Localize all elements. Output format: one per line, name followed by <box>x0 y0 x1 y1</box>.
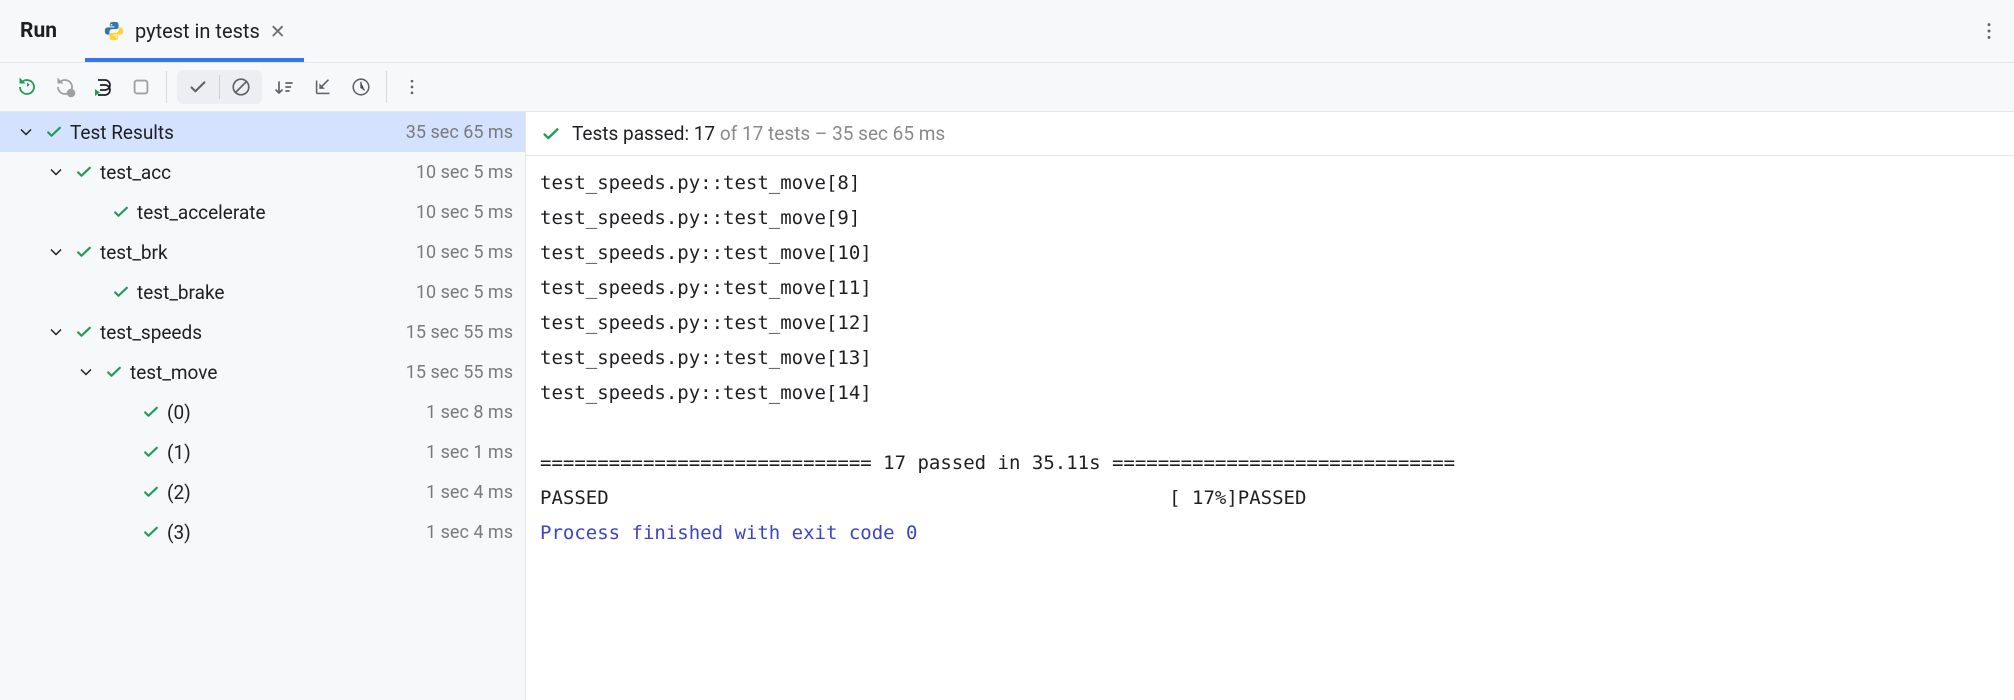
chevron-down-icon[interactable] <box>50 326 68 338</box>
check-icon <box>140 441 162 463</box>
node-label: (2) <box>167 481 191 504</box>
console-line: test_speeds.py::test_move[9] <box>540 207 872 229</box>
tree-root[interactable]: Test Results 35 sec 65 ms <box>0 112 525 152</box>
check-icon <box>540 123 562 145</box>
node-label: test_acc <box>100 161 171 184</box>
node-time: 10 sec 5 ms <box>416 282 513 303</box>
sort-alphabetically-button[interactable] <box>268 70 302 104</box>
check-icon <box>73 161 95 183</box>
rerun-button[interactable] <box>10 70 44 104</box>
console-line: test_speeds.py::test_move[10] <box>540 242 883 264</box>
node-time: 15 sec 55 ms <box>406 322 513 343</box>
node-label: (0) <box>167 401 191 424</box>
tree-node-test-brk[interactable]: test_brk 10 sec 5 ms <box>0 232 525 272</box>
tree-node-test-speeds[interactable]: test_speeds 15 sec 55 ms <box>0 312 525 352</box>
console-line: test_speeds.py::test_move[8] <box>540 172 872 194</box>
tab-pytest[interactable]: pytest in tests ✕ <box>85 0 304 62</box>
toggle-auto-test-button[interactable] <box>86 70 120 104</box>
tab-strip: Run pytest in tests ✕ <box>0 0 2014 62</box>
tree-leaf-0[interactable]: (0) 1 sec 8 ms <box>0 392 525 432</box>
chevron-down-icon[interactable] <box>50 246 68 258</box>
node-label: (3) <box>167 521 191 544</box>
tests-total-time: of 17 tests – 35 sec 65 ms <box>715 122 945 145</box>
chevron-down-icon[interactable] <box>80 366 98 378</box>
check-icon <box>73 241 95 263</box>
tool-window-options-icon[interactable] <box>1974 16 2004 46</box>
node-time: 1 sec 1 ms <box>426 442 513 463</box>
console-exit: Process finished with exit code 0 <box>540 522 918 544</box>
test-summary-bar: Tests passed: 17 of 17 tests – 35 sec 65… <box>526 112 2014 156</box>
test-tree[interactable]: Test Results 35 sec 65 ms test_acc 10 se… <box>0 112 526 700</box>
console-output[interactable]: test_speeds.py::test_move[8] test_speeds… <box>526 156 2014 700</box>
console-output-pane: Tests passed: 17 of 17 tests – 35 sec 65… <box>526 112 2014 700</box>
check-icon <box>140 481 162 503</box>
node-time: 10 sec 5 ms <box>416 162 513 183</box>
node-label: test_speeds <box>100 321 202 344</box>
check-icon <box>140 401 162 423</box>
python-icon <box>103 20 125 42</box>
node-label: test_move <box>130 361 217 384</box>
console-line: test_speeds.py::test_move[13] <box>540 347 883 369</box>
tree-leaf-3[interactable]: (3) 1 sec 4 ms <box>0 512 525 552</box>
console-line: test_speeds.py::test_move[14] <box>540 382 883 404</box>
tree-node-test-move[interactable]: test_move 15 sec 55 ms <box>0 352 525 392</box>
chevron-down-icon[interactable] <box>20 126 38 138</box>
node-time: 1 sec 4 ms <box>426 522 513 543</box>
node-time: 1 sec 8 ms <box>426 402 513 423</box>
console-line: test_speeds.py::test_move[12] <box>540 312 883 334</box>
tree-leaf-2[interactable]: (2) 1 sec 4 ms <box>0 472 525 512</box>
node-time: 1 sec 4 ms <box>426 482 513 503</box>
more-options-icon[interactable] <box>395 70 429 104</box>
test-history-button[interactable] <box>344 70 378 104</box>
check-icon <box>110 281 132 303</box>
panel-title: Run <box>20 19 85 43</box>
console-separator: ============================= 17 passed … <box>540 452 1455 474</box>
tree-leaf-test-accelerate[interactable]: test_accelerate 10 sec 5 ms <box>0 192 525 232</box>
toolbar-separator <box>166 71 167 103</box>
test-status-filter <box>177 70 262 104</box>
node-label: test_brake <box>137 281 224 304</box>
test-toolbar <box>0 62 2014 112</box>
stop-button[interactable] <box>124 70 158 104</box>
tree-leaf-1[interactable]: (1) 1 sec 1 ms <box>0 432 525 472</box>
node-time: 10 sec 5 ms <box>416 202 513 223</box>
tree-leaf-test-brake[interactable]: test_brake 10 sec 5 ms <box>0 272 525 312</box>
tree-root-time: 35 sec 65 ms <box>406 122 513 143</box>
console-tail: PASSED [ 17%]PASSED <box>540 487 1432 509</box>
node-label: (1) <box>167 441 191 464</box>
check-icon <box>140 521 162 543</box>
chevron-down-icon[interactable] <box>50 166 68 178</box>
check-icon <box>73 321 95 343</box>
check-icon <box>103 361 125 383</box>
node-time: 10 sec 5 ms <box>416 242 513 263</box>
check-icon <box>43 121 65 143</box>
tests-passed-count: Tests passed: 17 <box>572 122 715 145</box>
rerun-failed-button[interactable] <box>48 70 82 104</box>
check-icon <box>110 201 132 223</box>
close-icon[interactable]: ✕ <box>270 22 286 41</box>
tree-root-label: Test Results <box>70 121 174 144</box>
tab-label: pytest in tests <box>135 19 260 43</box>
node-label: test_brk <box>100 241 168 264</box>
tree-node-test-acc[interactable]: test_acc 10 sec 5 ms <box>0 152 525 192</box>
console-line: test_speeds.py::test_move[11] <box>540 277 883 299</box>
import-tests-button[interactable] <box>306 70 340 104</box>
node-label: test_accelerate <box>137 201 266 224</box>
toolbar-separator <box>386 71 387 103</box>
show-ignored-toggle[interactable] <box>220 70 262 104</box>
show-passed-toggle[interactable] <box>177 70 219 104</box>
node-time: 15 sec 55 ms <box>406 362 513 383</box>
